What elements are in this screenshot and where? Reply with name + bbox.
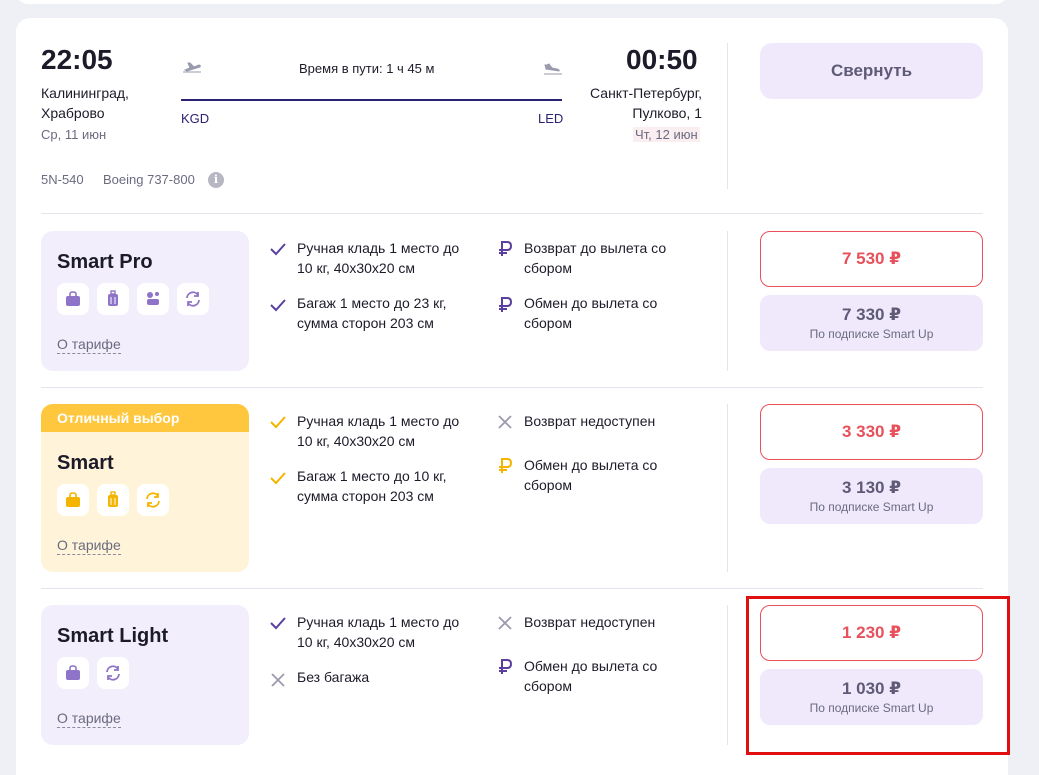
departure-date: Ср, 11 июн	[41, 127, 107, 142]
ruble-icon	[496, 457, 514, 480]
selection-highlight	[746, 596, 1010, 755]
tariff-icons	[57, 657, 129, 689]
departure-city: Калининград, Храброво	[41, 83, 129, 123]
section-divider	[41, 213, 983, 214]
route-line	[181, 99, 562, 101]
subscription-price-button[interactable]: 3 130 ₽ По подписке Smart Up	[760, 468, 983, 524]
suitcase-icon	[97, 283, 129, 315]
takeoff-icon	[182, 60, 202, 79]
seat-icon	[137, 283, 169, 315]
cross-icon	[496, 413, 514, 436]
check-icon	[269, 614, 287, 637]
tariff-name: Smart Light	[57, 625, 169, 647]
section-divider	[41, 588, 983, 589]
check-icon	[269, 469, 287, 492]
about-tariff-link[interactable]: О тарифе	[57, 537, 121, 555]
check-icon	[269, 296, 287, 319]
exchange-icon	[97, 657, 129, 689]
tariff-divider	[727, 404, 728, 572]
arrival-date: Чт, 12 июн	[633, 127, 700, 142]
feature-no-baggage: Без багажа	[297, 669, 370, 685]
cross-icon	[269, 671, 287, 694]
subscription-price: 7 330 ₽	[841, 305, 902, 324]
feature-refund: Возврат до вылета со сбором	[524, 240, 667, 276]
flight-duration: Время в пути: 1 ч 45 м	[299, 61, 435, 76]
tariff-icons	[57, 484, 169, 516]
feature-refund: Возврат недоступен	[524, 614, 656, 630]
feature-hand-luggage: Ручная кладь 1 место до 10 кг, 40x30x20 …	[297, 614, 460, 650]
handbag-icon	[57, 283, 89, 315]
check-icon	[269, 240, 287, 263]
subscription-label: По подписке Smart Up	[809, 500, 934, 514]
feature-baggage: Багаж 1 место до 23 кг, сумма сторон 203…	[297, 295, 447, 331]
arrival-city-line1: Санкт-Петербург,	[590, 85, 702, 101]
arrival-city: Санкт-Петербург, Пулково, 1	[560, 83, 702, 123]
collapse-button[interactable]: Свернуть	[760, 43, 983, 99]
exchange-icon	[137, 484, 169, 516]
subscription-price: 3 130 ₽	[841, 478, 902, 497]
feature-hand-luggage: Ручная кладь 1 место до 10 кг, 40x30x20 …	[297, 413, 460, 449]
feature-exchange: Обмен до вылета со сбором	[524, 658, 658, 694]
info-icon[interactable]: i	[208, 172, 224, 188]
departure-airport: Храброво	[41, 105, 105, 121]
feature-exchange: Обмен до вылета со сбором	[524, 457, 658, 493]
arrival-airport: Пулково, 1	[632, 105, 702, 121]
tariff-divider	[727, 605, 728, 745]
exchange-icon	[177, 283, 209, 315]
tariff-divider	[727, 231, 728, 371]
arrival-time: 00:50	[626, 44, 698, 75]
price-button[interactable]: 7 530 ₽	[760, 231, 983, 287]
price-button[interactable]: 3 330 ₽	[760, 404, 983, 460]
section-divider	[41, 387, 983, 388]
departure-city-line1: Калининград,	[41, 85, 129, 101]
subscription-price-button[interactable]: 7 330 ₽ По подписке Smart Up	[760, 295, 983, 351]
ruble-icon	[496, 658, 514, 681]
cross-icon	[496, 614, 514, 637]
tariff-name: Smart	[57, 452, 114, 474]
handbag-icon	[57, 484, 89, 516]
ruble-icon	[496, 296, 514, 319]
departure-time: 22:05	[41, 44, 113, 75]
about-tariff-link[interactable]: О тарифе	[57, 710, 121, 728]
check-icon	[269, 413, 287, 436]
ruble-icon	[496, 240, 514, 263]
suitcase-icon	[97, 484, 129, 516]
subscription-label: По подписке Smart Up	[809, 327, 934, 341]
header-divider	[727, 43, 728, 189]
feature-refund: Возврат недоступен	[524, 413, 656, 429]
feature-baggage: Багаж 1 место до 10 кг, сумма сторон 203…	[297, 468, 447, 504]
feature-exchange: Обмен до вылета со сбором	[524, 295, 658, 331]
flight-number: 5N-540	[41, 172, 84, 187]
about-tariff-link[interactable]: О тарифе	[57, 336, 121, 354]
tariff-name: Smart Pro	[57, 251, 153, 273]
handbag-icon	[57, 657, 89, 689]
feature-hand-luggage: Ручная кладь 1 место до 10 кг, 40x30x20 …	[297, 240, 460, 276]
tariff-icons	[57, 283, 209, 315]
landing-icon	[543, 60, 563, 79]
previous-card-edge	[16, 0, 1008, 4]
aircraft-model: Boeing 737-800	[103, 172, 195, 187]
best-choice-badge: Отличный выбор	[41, 404, 249, 432]
departure-code: KGD	[181, 111, 210, 126]
